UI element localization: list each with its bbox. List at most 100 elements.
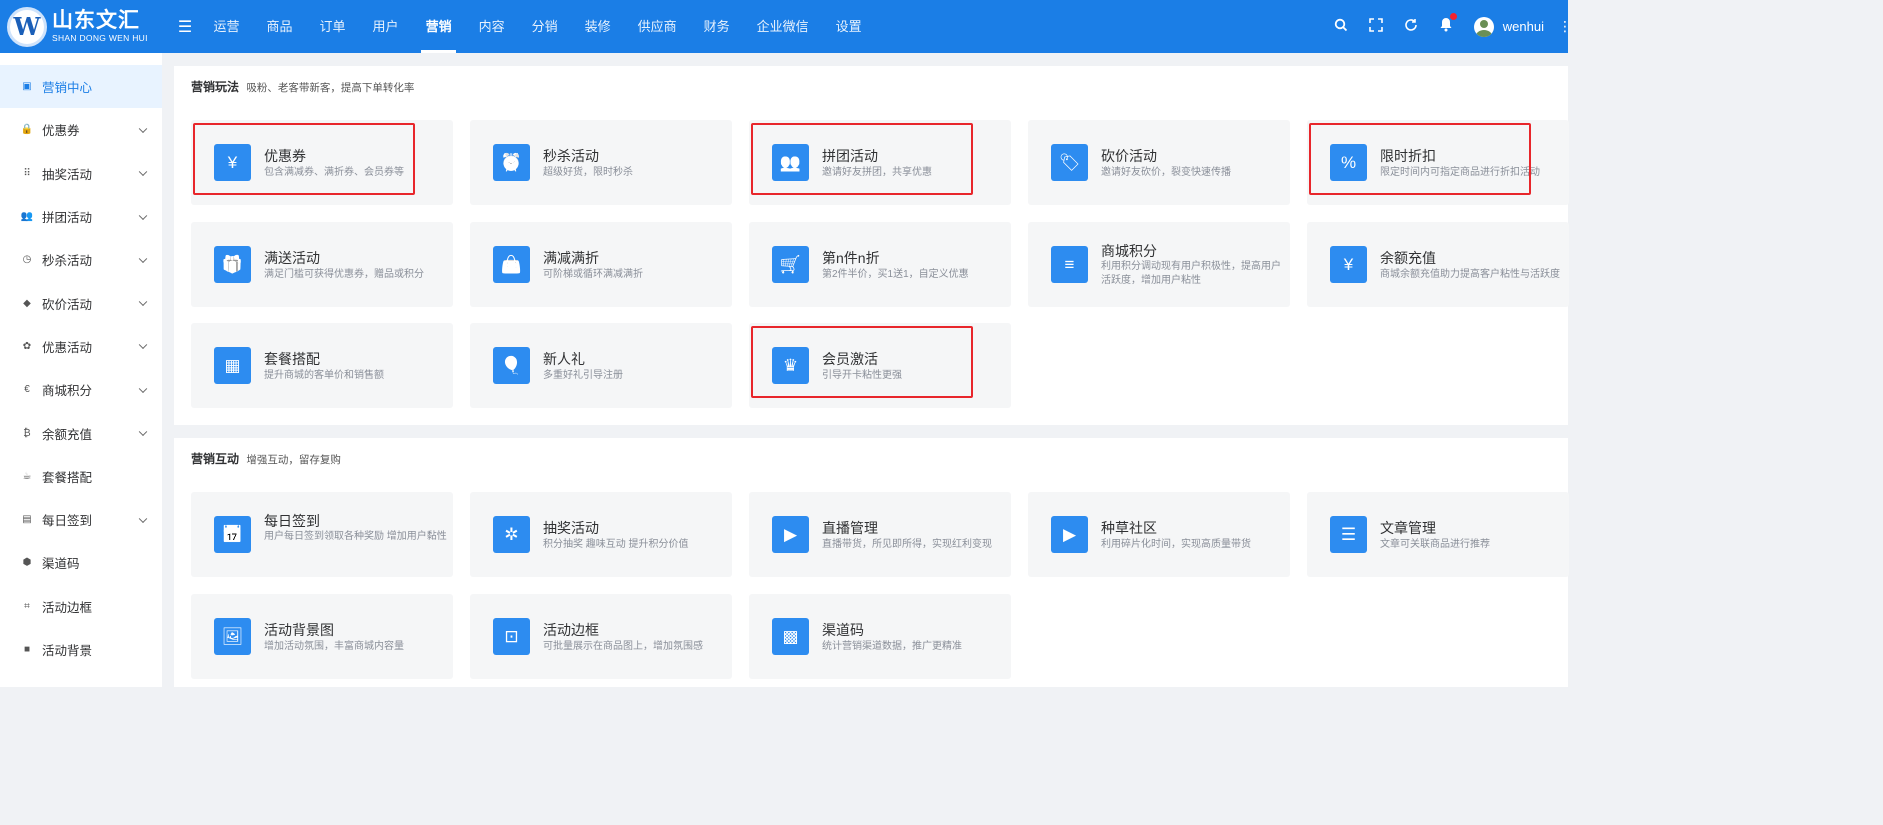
sidebar-item-label: 抽奖活动 bbox=[42, 167, 93, 182]
nav-item[interactable]: 订单 bbox=[306, 0, 359, 53]
cup-icon: ☕ bbox=[22, 470, 32, 482]
sidebar-item[interactable]: € 商城积分 bbox=[0, 368, 162, 411]
section-subtitle: 增强互动，留存复购 bbox=[246, 454, 341, 466]
feature-card[interactable]: 🏷 砍价活动 邀请好友砍价，裂变快速传播 bbox=[1028, 120, 1290, 205]
card-description: 第2件半价，买1送1，自定义优惠 bbox=[822, 269, 969, 280]
feature-card[interactable]: ≡ 商城积分 利用积分调动现有用户积极性，提高用户活跃度，增加用户粘性 bbox=[1028, 222, 1290, 307]
nav-item[interactable]: 商品 bbox=[253, 0, 306, 53]
feature-card[interactable]: 🎁 满送活动 满足门槛可获得优惠券，赠品或积分 bbox=[191, 222, 453, 307]
feature-card[interactable]: ⏰ 秒杀活动 超级好货，限时秒杀 bbox=[470, 120, 732, 205]
sidebar-item-label: 套餐搭配 bbox=[42, 470, 93, 485]
more-vertical-icon[interactable]: ⋮ bbox=[1558, 18, 1572, 35]
sidebar-item[interactable]: 🔒 优惠券 bbox=[0, 108, 162, 151]
chevron-down-icon[interactable] bbox=[138, 124, 148, 133]
video-clip-icon: ▶ bbox=[1051, 516, 1088, 553]
chevron-down-icon[interactable] bbox=[138, 514, 148, 523]
nav-item[interactable]: 企业微信 bbox=[743, 0, 822, 53]
nav-item[interactable]: 运营 bbox=[200, 0, 253, 53]
feature-card[interactable]: ☰ 文章管理 文章可关联商品进行推荐 bbox=[1307, 492, 1569, 577]
nav-item[interactable]: 供应商 bbox=[624, 0, 690, 53]
sidebar-item-label: 渠道码 bbox=[42, 557, 80, 572]
chevron-down-icon[interactable] bbox=[138, 211, 148, 220]
sidebar-item[interactable]: ☕ 套餐搭配 bbox=[0, 455, 162, 498]
marketing-icon: ▣ bbox=[22, 81, 32, 93]
refresh-icon[interactable] bbox=[1394, 18, 1429, 36]
sidebar-item-label: 优惠券 bbox=[42, 124, 80, 139]
nav-item[interactable]: 用户 bbox=[359, 0, 412, 53]
card-title: 新人礼 bbox=[543, 351, 585, 367]
brand-logo[interactable]: W 山东文汇 SHAN DONG WEN HUI bbox=[0, 0, 160, 53]
card-title: 第n件n折 bbox=[822, 250, 880, 266]
sidebar-item[interactable]: ■ 活动背景 bbox=[0, 628, 162, 671]
brand-logo-mark: W bbox=[7, 6, 47, 47]
top-nav-menu: 运营 商品 订单 用户 营销 内容 分销 装修 供应商 财务 企业微信 设置 bbox=[200, 0, 875, 53]
card-title: 活动背景图 bbox=[264, 622, 334, 638]
box-icon: ⬢ bbox=[22, 557, 32, 569]
money-bag-icon: ¥ bbox=[1330, 246, 1367, 283]
feature-card[interactable]: 🛒 第n件n折 第2件半价，买1送1，自定义优惠 bbox=[749, 222, 1011, 307]
card-description: 提升商城的客单价和销售额 bbox=[264, 370, 384, 381]
fullscreen-icon[interactable] bbox=[1359, 17, 1394, 36]
sidebar-item[interactable]: ▤ 每日签到 bbox=[0, 498, 162, 541]
chevron-down-icon[interactable] bbox=[138, 254, 148, 263]
card-title: 抽奖活动 bbox=[543, 520, 599, 536]
feature-card[interactable]: ¥ 余额充值 商城余额充值助力提高客户粘性与活跃度 bbox=[1307, 222, 1569, 307]
sidebar-item[interactable]: ⠿ 抽奖活动 bbox=[0, 152, 162, 195]
card-title: 活动边框 bbox=[543, 622, 599, 638]
card-title: 秒杀活动 bbox=[543, 148, 599, 164]
shopping-bag-icon: 👜 bbox=[493, 246, 530, 283]
search-icon[interactable] bbox=[1324, 18, 1359, 36]
nav-item[interactable]: 财务 bbox=[690, 0, 743, 53]
nav-item[interactable]: 设置 bbox=[822, 0, 875, 53]
feature-card[interactable]: 📅 每日签到 用户每日签到领取各种奖励 增加用户黏性 bbox=[191, 492, 453, 577]
feature-card[interactable]: ▦ 套餐搭配 提升商城的客单价和销售额 bbox=[191, 323, 453, 408]
avatar[interactable] bbox=[1473, 16, 1494, 37]
feature-card[interactable]: ▩ 渠道码 统计营销渠道数据，推广更精准 bbox=[749, 594, 1011, 679]
username[interactable]: wenhui bbox=[1503, 19, 1544, 34]
sidebar-item-label: 营销中心 bbox=[42, 81, 93, 96]
highlight-box bbox=[1309, 123, 1531, 195]
feature-card[interactable]: ✲ 抽奖活动 积分抽奖 趣味互动 提升积分价值 bbox=[470, 492, 732, 577]
sidebar-item[interactable]: ▣ 营销中心 bbox=[0, 65, 162, 109]
card-description: 利用积分调动现有用户积极性，提高用户活跃度，增加用户粘性 bbox=[1101, 261, 1281, 286]
highlight-box bbox=[751, 123, 973, 195]
card-description: 邀请好友砍价，裂变快速传播 bbox=[1101, 167, 1231, 178]
feature-card[interactable]: 👜 满减满折可阶梯或循环满减满折 bbox=[470, 222, 732, 307]
card-title: 余额充值 bbox=[1380, 250, 1436, 266]
feature-card[interactable]: ⊡ 活动边框可批量展示在商品图上，增加氛围感 bbox=[470, 594, 732, 679]
chevron-down-icon[interactable] bbox=[138, 297, 148, 307]
sidebar-item[interactable]: ◷ 秒杀活动 bbox=[0, 238, 162, 281]
sidebar-item-label: 活动边框 bbox=[42, 600, 93, 615]
feature-card[interactable]: ▶ 直播管理 直播带货，所见即所得，实现红利变现 bbox=[749, 492, 1011, 577]
sidebar-item[interactable]: ₿ 余额充值 bbox=[0, 411, 162, 454]
card-description: 积分抽奖 趣味互动 提升积分价值 bbox=[543, 539, 689, 550]
frame-icon: ⊡ bbox=[493, 618, 530, 655]
chevron-down-icon[interactable] bbox=[138, 384, 148, 393]
nav-item[interactable]: 分销 bbox=[518, 0, 571, 53]
feature-card[interactable]: 🎈 新人礼 多重好礼引导注册 bbox=[470, 323, 732, 408]
nav-item[interactable]: 装修 bbox=[571, 0, 624, 53]
card-title: 满减满折 bbox=[543, 250, 599, 266]
card-description: 可阶梯或循环满减满折 bbox=[543, 269, 643, 280]
nav-item[interactable]: 营销 bbox=[412, 0, 465, 53]
chevron-down-icon[interactable] bbox=[138, 340, 148, 350]
sidebar-item-label: 余额充值 bbox=[42, 427, 93, 442]
sidebar-item[interactable]: 👥 拼团活动 bbox=[0, 195, 162, 238]
chevron-down-icon[interactable] bbox=[138, 427, 148, 437]
feature-card[interactable]: ▶ 种草社区 利用碎片化时间，实现高质量带货 bbox=[1028, 492, 1290, 577]
top-navigation-bar: W 山东文汇 SHAN DONG WEN HUI ☰ 运营 商品 订单 用户 营销 内容分… bbox=[0, 0, 1572, 53]
sidebar-item[interactable]: ✿ 优惠活动 bbox=[0, 325, 162, 368]
nav-item[interactable]: 内容 bbox=[465, 0, 518, 53]
card-description: 直播带货，所见即所得，实现红利变现 bbox=[822, 539, 992, 550]
highlight-box bbox=[751, 326, 973, 398]
menu-fold-icon[interactable]: ☰ bbox=[170, 17, 200, 37]
feature-card[interactable]: 🖼 活动背景图 增加活动氛围，丰富商城内容量 bbox=[191, 594, 453, 679]
sidebar-item[interactable]: ◆ 砍价活动 bbox=[0, 281, 162, 324]
chevron-down-icon[interactable] bbox=[138, 167, 148, 177]
sidebar-item[interactable]: ⬢ 渠道码 bbox=[0, 541, 162, 584]
balloons-icon: 🎈 bbox=[493, 347, 530, 384]
bell-icon[interactable] bbox=[1429, 13, 1464, 36]
sidebar-item[interactable]: ⌗ 活动边框 bbox=[0, 585, 162, 628]
card-description: 可批量展示在商品图上，增加氛围感 bbox=[543, 641, 703, 652]
sidebar-item-label: 秒杀活动 bbox=[42, 254, 93, 269]
